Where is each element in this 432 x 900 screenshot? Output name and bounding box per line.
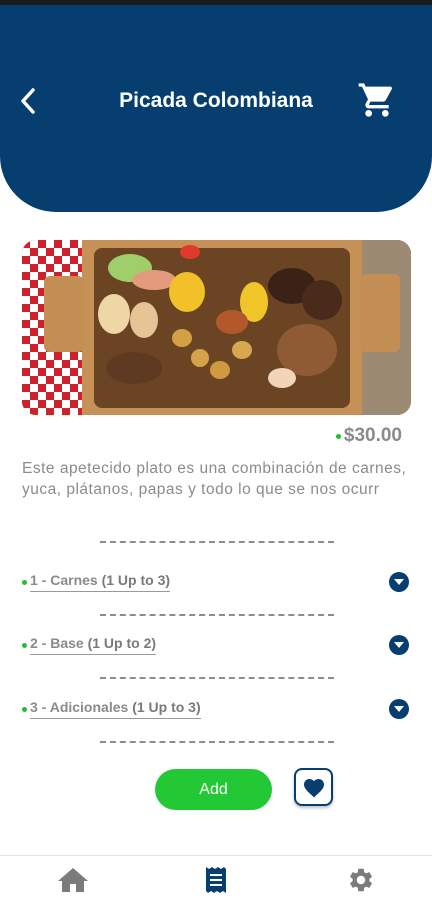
nav-home[interactable] [55,866,91,894]
section-title: 1 - Carnes [30,572,98,588]
nav-orders[interactable] [198,866,234,894]
receipt-icon [206,867,226,893]
chevron-down-icon [394,579,404,585]
bottom-nav [0,855,432,900]
section-carnes[interactable]: 1 - Carnes (1 Up to 3) [22,567,414,597]
divider [100,541,334,543]
heart-icon [303,779,324,798]
nav-settings[interactable] [343,866,379,894]
home-icon [58,868,88,892]
section-limit: (1 Up to 2) [87,635,157,651]
price-dot [335,433,341,439]
add-button[interactable]: Add [155,769,272,810]
chevron-left-icon [21,88,35,114]
section-limit: (1 Up to 3) [132,699,201,715]
section-label: 1 - Carnes (1 Up to 3) [30,572,171,592]
chevron-down-icon [394,642,404,648]
food-image [22,240,411,415]
section-limit: (1 Up to 3) [101,572,171,588]
section-label: 3 - Adicionales (1 Up to 3) [30,699,201,719]
expand-button[interactable] [389,572,409,592]
divider [100,614,334,616]
cart-icon [358,83,393,117]
divider [100,741,334,743]
picada-platter-image [22,240,411,415]
divider [100,677,334,679]
section-title: 2 - Base [30,635,84,651]
expand-button[interactable] [389,699,409,719]
page-title: Picada Colombiana [119,89,313,112]
back-button[interactable] [12,83,44,119]
expand-button[interactable] [389,635,409,655]
cart-button[interactable] [355,79,399,121]
required-dot [22,579,27,585]
product-description: Este apetecido plato es una combinación … [22,460,407,498]
section-title: 3 - Adicionales [30,699,129,715]
favorite-button[interactable] [294,768,333,806]
gear-icon [350,868,372,892]
product-price: $30.00 [335,425,402,447]
section-base[interactable]: 2 - Base (1 Up to 2) [22,630,414,660]
section-label: 2 - Base (1 Up to 2) [30,635,157,655]
price-value: $30.00 [343,425,402,446]
required-dot [22,706,27,712]
chevron-down-icon [394,706,404,712]
required-dot [22,642,27,648]
app-header: Picada Colombiana [0,5,432,212]
section-adicionales[interactable]: 3 - Adicionales (1 Up to 3) [22,694,414,724]
